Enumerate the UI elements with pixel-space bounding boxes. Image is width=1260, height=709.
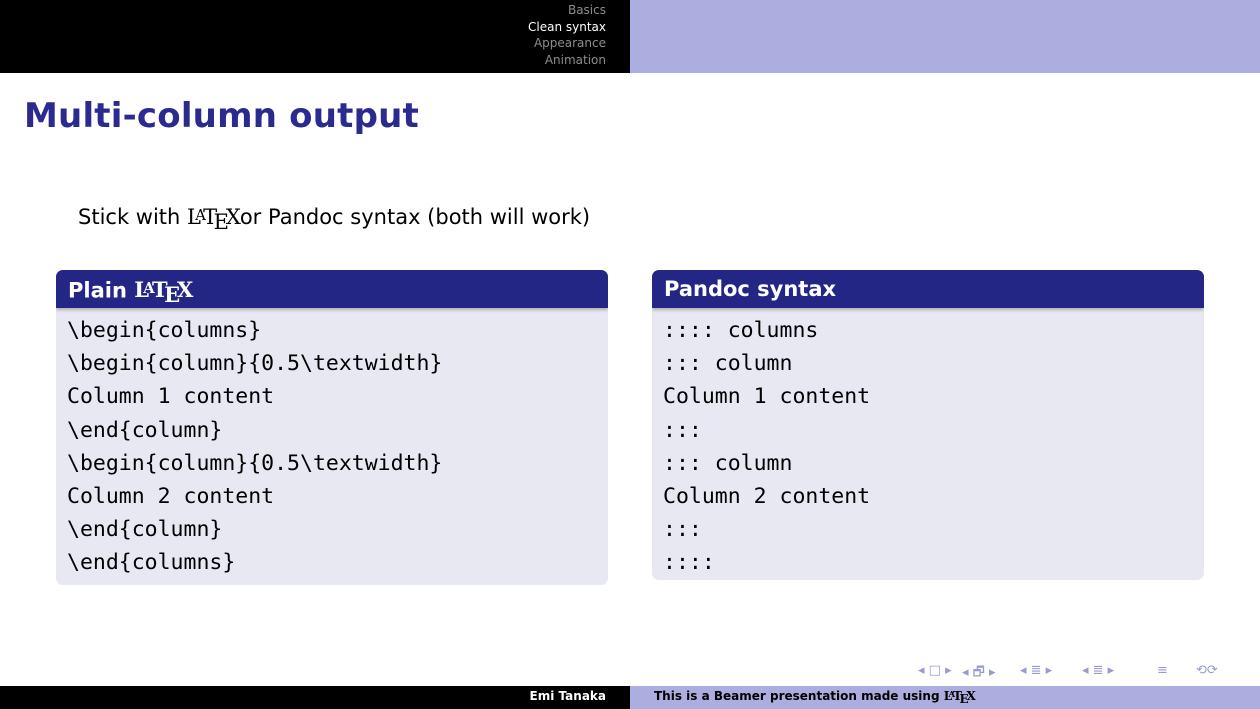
subsection-nav-icon[interactable]: ◂ 🗗 ▸ [962, 663, 996, 685]
block-title: Plain LATEX [56, 270, 608, 308]
code-line: \end{columns} [67, 550, 236, 576]
slide-header: Basics Clean syntax Appearance Animation [0, 0, 1260, 73]
code-line: \begin{columns} [67, 318, 262, 343]
code-line: \end{column} [67, 417, 223, 443]
footer-left-panel: Emi Tanaka [0, 686, 630, 709]
block-title: Pandoc syntax [652, 270, 1204, 308]
code-line: \end{column} [67, 517, 223, 543]
intro-text: Stick with LATEXor Pandoc syntax (both w… [78, 205, 590, 234]
code-line: ::: [663, 517, 702, 543]
block-body: \begin{columns} \begin{column}{0.5\textw… [56, 308, 608, 580]
latex-logo: LATEX [134, 277, 193, 308]
code-line: Column 1 content [663, 384, 871, 410]
code-line: :::: [663, 550, 715, 576]
nav-section-animation[interactable]: Animation [528, 52, 606, 69]
header-right-panel [630, 0, 1260, 73]
document-nav-icon[interactable]: ◂ ≣ ▸ [1082, 663, 1114, 678]
intro-before: Stick with [78, 205, 188, 229]
frame-nav-icon[interactable]: ◂ □ ▸ [918, 663, 952, 678]
code-line: \begin{column}{0.5\textwidth} [67, 450, 443, 476]
block-body: :::: columns ::: column Column 1 content… [652, 308, 1204, 580]
footer-right-panel: This is a Beamer presentation made using… [630, 686, 1260, 709]
code-line: ::: [663, 417, 702, 443]
slide-footer: Emi Tanaka This is a Beamer presentation… [0, 686, 1260, 709]
latex-logo: LATEX [943, 689, 976, 707]
frame-title: Multi-column output [24, 96, 419, 136]
pandoc-syntax-block: Pandoc syntax :::: columns ::: column Co… [652, 270, 1204, 580]
section-navigation: Basics Clean syntax Appearance Animation [528, 2, 606, 68]
code-line: ::: column [663, 351, 793, 377]
code-line: Column 2 content [663, 483, 871, 509]
latex-logo: LATEX [187, 205, 241, 234]
code-line: Column 1 content [67, 384, 275, 410]
intro-after: or Pandoc syntax (both will work) [239, 205, 591, 229]
search-back-forward-icon[interactable]: ⟲⟳ [1196, 663, 1218, 678]
code-line: ::: column [663, 450, 793, 476]
plain-latex-block: Plain LATEX \begin{columns} \begin{colum… [56, 270, 608, 585]
code-line: :::: columns [663, 318, 819, 343]
header-left-panel: Basics Clean syntax Appearance Animation [0, 0, 630, 73]
nav-section-clean-syntax[interactable]: Clean syntax [528, 19, 606, 36]
code-line: \begin{column}{0.5\textwidth} [67, 351, 443, 377]
nav-section-basics[interactable]: Basics [528, 2, 606, 19]
code-line: Column 2 content [67, 483, 275, 509]
footer-note: This is a Beamer presentation made using… [654, 689, 976, 707]
footer-author: Emi Tanaka [529, 689, 606, 703]
section-nav-icon[interactable]: ◂ ≣ ▸ [1020, 663, 1052, 678]
nav-section-appearance[interactable]: Appearance [528, 35, 606, 52]
align-icon[interactable]: ≡ [1157, 663, 1168, 678]
